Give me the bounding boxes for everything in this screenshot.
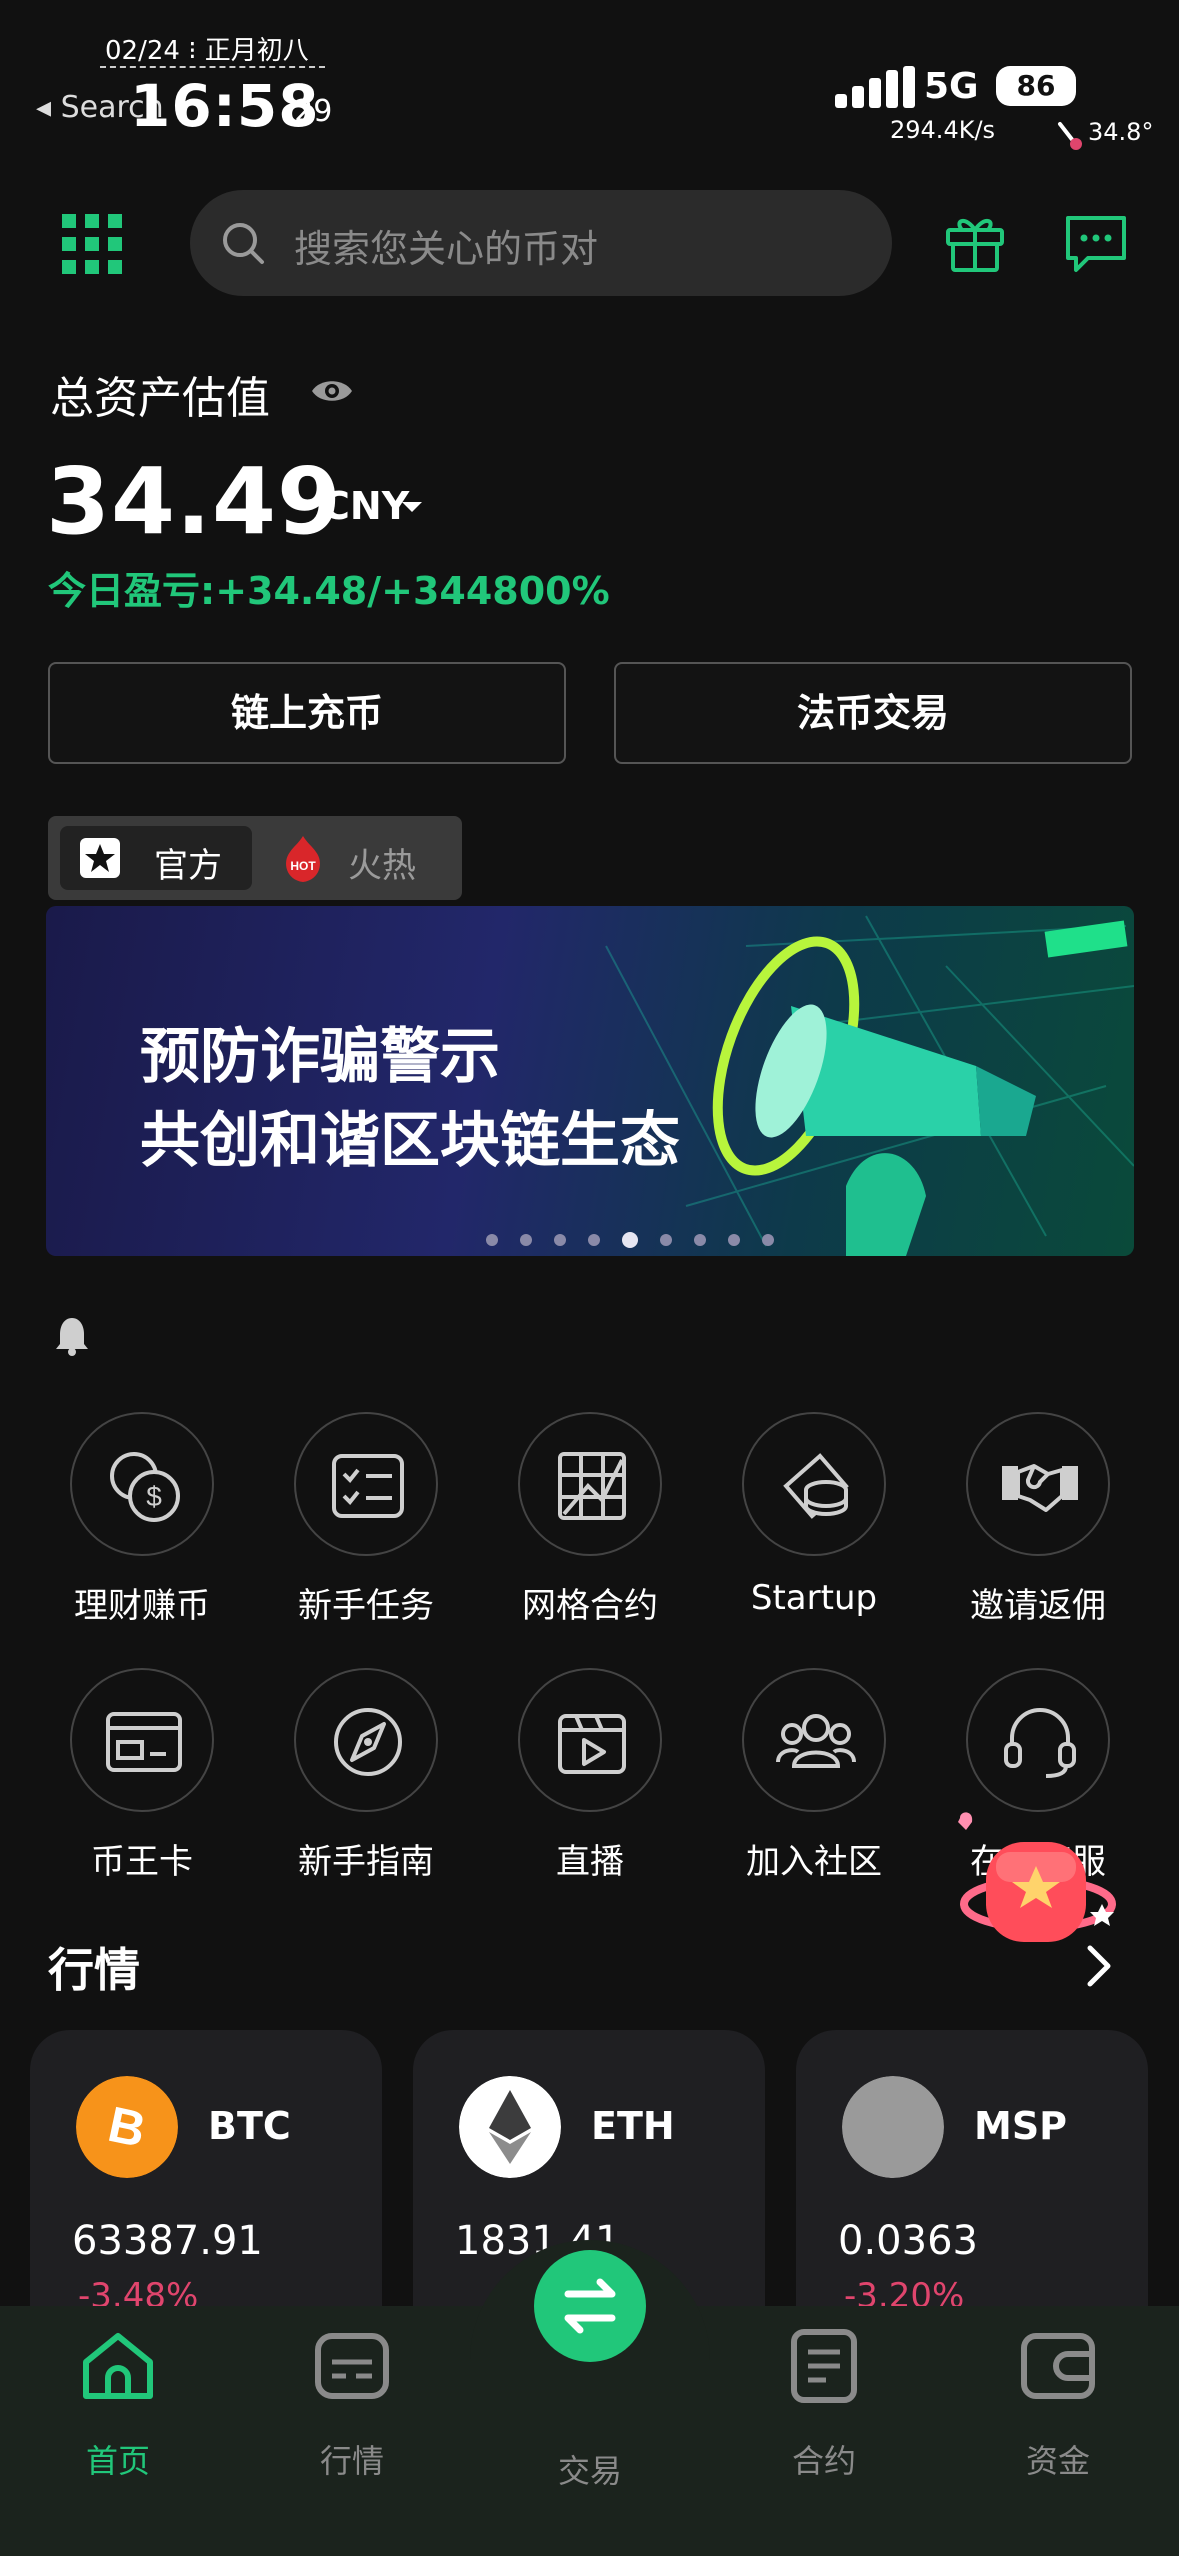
battery-indicator: 86 [996, 66, 1076, 106]
feature-label: 币王卡 [91, 1842, 193, 1882]
gift-icon[interactable] [944, 212, 1006, 274]
tab-official[interactable]: 官方 [60, 826, 252, 890]
banner-dot[interactable] [728, 1234, 740, 1246]
nav-market[interactable]: 行情 [262, 2326, 442, 2482]
nav-home-label: 首页 [85, 2442, 150, 2480]
feature-item[interactable]: 新手任务 [266, 1412, 466, 1627]
headset-icon [966, 1668, 1110, 1812]
status-date-divider [100, 66, 325, 68]
apps-grid-icon[interactable] [62, 214, 122, 274]
gift-box-badge-icon[interactable] [952, 1808, 1122, 1958]
caret-down-icon[interactable] [402, 502, 422, 512]
eth-logo-icon [459, 2076, 561, 2178]
banner-dot[interactable] [660, 1234, 672, 1246]
task-list-icon [294, 1412, 438, 1556]
search-bar[interactable]: 搜索您关心的币对 [190, 190, 892, 296]
home-icon [83, 2333, 153, 2399]
svg-text:$: $ [146, 1481, 162, 1512]
promo-banner[interactable]: 预防诈骗警示 共创和谐区块链生态 [46, 906, 1134, 1256]
coin-symbol: BTC [208, 2104, 291, 2148]
feature-label: 新手任务 [298, 1586, 434, 1626]
feature-label: 邀请返佣 [970, 1586, 1106, 1626]
live-video-icon [518, 1668, 662, 1812]
coin-stack-icon [742, 1412, 886, 1556]
nav-home[interactable]: 首页 [28, 2326, 208, 2482]
total-assets-value: 34.49 [46, 448, 343, 555]
market-list-icon [315, 2333, 389, 2399]
coin-symbol: ETH [591, 2104, 675, 2148]
nav-trade-label[interactable]: 交易 [530, 2446, 650, 2492]
nav-contract[interactable]: 合约 [734, 2326, 914, 2482]
total-assets-label: 总资产估值 [50, 373, 270, 424]
search-icon [223, 223, 264, 264]
hot-badge-text: HOT [290, 859, 316, 873]
banner-dot[interactable] [520, 1234, 532, 1246]
status-date: 02/24 ⁝ 正月初八 [105, 36, 309, 66]
feature-item[interactable]: 直播 [490, 1668, 690, 1883]
banner-dot[interactable] [694, 1234, 706, 1246]
nav-funds-label: 资金 [1025, 2442, 1090, 2480]
contract-doc-icon [791, 2329, 857, 2403]
banner-dot[interactable] [486, 1234, 498, 1246]
feature-label: Startup [750, 1578, 878, 1618]
message-icon[interactable] [1064, 212, 1128, 274]
market-section-title: 行情 [48, 1943, 140, 1997]
coin-price: 0.0363 [838, 2218, 978, 2264]
community-icon [742, 1668, 886, 1812]
feature-item[interactable]: 网格合约 [490, 1412, 690, 1627]
feature-item[interactable]: 币王卡 [42, 1668, 242, 1883]
grid-icon [518, 1412, 662, 1556]
chevron-right-icon[interactable] [1084, 1944, 1114, 1988]
nav-market-label: 行情 [319, 2442, 384, 2480]
feature-label: 网格合约 [522, 1586, 658, 1626]
temperature: 34.8° [1088, 118, 1154, 146]
banner-subheadline: 共创和谐区块链生态 [140, 1106, 680, 1176]
feature-label: 理财赚币 [74, 1586, 210, 1626]
handshake-icon [966, 1412, 1110, 1556]
banner-dot[interactable] [588, 1234, 600, 1246]
tab-hot[interactable]: 火热 [348, 838, 416, 887]
feature-item[interactable]: Startup [714, 1412, 914, 1618]
announcement-tabs: 官方 HOT 火热 [48, 816, 462, 900]
nav-contract-label: 合约 [791, 2442, 856, 2480]
banner-dot[interactable] [622, 1232, 638, 1248]
msp-logo-icon [842, 2076, 944, 2178]
search-placeholder: 搜索您关心的币对 [294, 227, 599, 271]
feature-label: 直播 [556, 1842, 624, 1882]
tab-official-label: 官方 [154, 846, 222, 886]
feature-label: 加入社区 [746, 1842, 882, 1882]
banner-pagination [486, 1232, 774, 1248]
status-seconds: :29 [284, 94, 333, 129]
swap-arrows-icon [564, 2278, 616, 2334]
nav-funds[interactable]: 资金 [968, 2326, 1148, 2482]
thermometer-icon [1058, 122, 1082, 150]
network-type: 5G [924, 66, 979, 107]
compass-icon [294, 1668, 438, 1812]
trade-button[interactable] [534, 2250, 646, 2362]
coins-icon: $ [70, 1412, 214, 1556]
feature-label: 新手指南 [298, 1842, 434, 1882]
card-icon [70, 1668, 214, 1812]
signal-icon [835, 66, 915, 108]
star-icon [80, 838, 120, 878]
feature-item[interactable]: 新手指南 [266, 1668, 466, 1883]
eye-icon[interactable] [310, 376, 354, 406]
feature-item[interactable]: 邀请返佣 [938, 1412, 1138, 1627]
btc-logo-icon: B [76, 2076, 178, 2178]
daily-pnl: 今日盈亏:+34.48/+344800% [48, 569, 610, 613]
banner-dot[interactable] [762, 1234, 774, 1246]
hot-flame-icon: HOT [286, 836, 320, 882]
deposit-button[interactable]: 链上充币 [48, 662, 566, 764]
wallet-icon [1021, 2333, 1095, 2399]
coin-price: 63387.91 [72, 2218, 263, 2264]
notification-bell-icon[interactable] [54, 1316, 90, 1356]
fiat-trade-button[interactable]: 法币交易 [614, 662, 1132, 764]
coin-symbol: MSP [974, 2104, 1068, 2148]
network-speed: 294.4K/s [890, 116, 996, 144]
feature-item[interactable]: $ 理财赚币 [42, 1412, 242, 1627]
currency-selector[interactable]: CNY [322, 484, 409, 528]
feature-item[interactable]: 加入社区 [714, 1668, 914, 1883]
banner-headline: 预防诈骗警示 [140, 1022, 500, 1092]
banner-dot[interactable] [554, 1234, 566, 1246]
